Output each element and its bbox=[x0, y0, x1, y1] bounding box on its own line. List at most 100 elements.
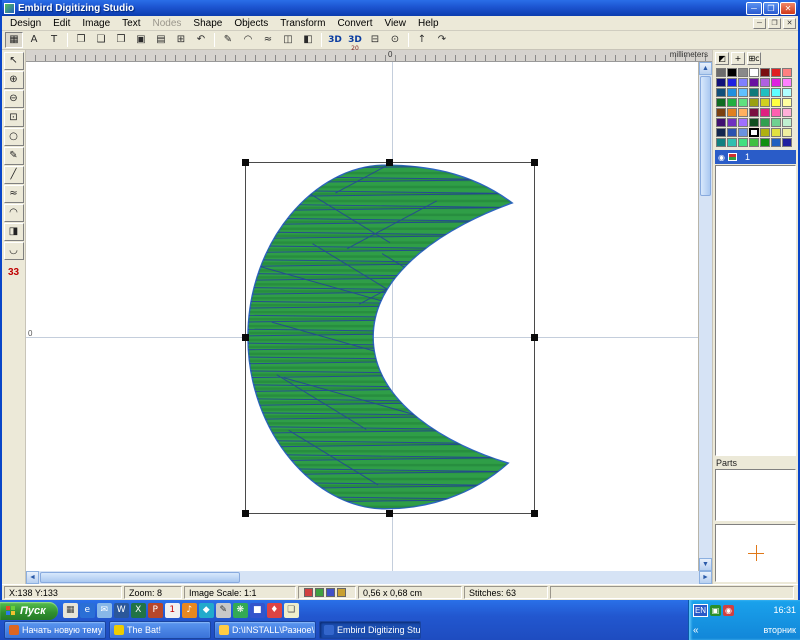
zoom-in-tool[interactable]: ⊕ bbox=[4, 71, 24, 89]
palette-color[interactable] bbox=[771, 88, 781, 97]
column-tool[interactable]: ◨ bbox=[4, 223, 24, 241]
palette-color[interactable] bbox=[727, 108, 737, 117]
selection-handle[interactable] bbox=[386, 159, 393, 166]
palette-color[interactable] bbox=[749, 128, 759, 137]
menu-view[interactable]: View bbox=[378, 17, 412, 30]
crescent-stitch-object[interactable] bbox=[246, 163, 534, 513]
palette-color[interactable] bbox=[749, 98, 759, 107]
menu-design[interactable]: Design bbox=[4, 17, 47, 30]
save-design-button[interactable]: ▣ bbox=[132, 32, 150, 48]
redo-button[interactable]: ↷ bbox=[433, 32, 451, 48]
scroll-left-button[interactable]: ◄ bbox=[26, 571, 39, 584]
palette-color[interactable] bbox=[727, 118, 737, 127]
palette-color[interactable] bbox=[749, 118, 759, 127]
design-properties-button[interactable]: ▦ bbox=[5, 32, 23, 48]
quick-launch-icon-8[interactable]: ♪ bbox=[182, 603, 197, 618]
palette-color[interactable] bbox=[782, 68, 792, 77]
quick-launch-icon-1[interactable]: ▦ bbox=[63, 603, 78, 618]
palette-color[interactable] bbox=[727, 68, 737, 77]
palette-color[interactable] bbox=[749, 108, 759, 117]
quick-launch-icon-11[interactable]: ❋ bbox=[233, 603, 248, 618]
palette-color[interactable] bbox=[716, 78, 726, 87]
grid-button[interactable]: ⊟ bbox=[366, 32, 384, 48]
palette-color[interactable] bbox=[738, 118, 748, 127]
stitch-simulator-button[interactable]: 3D20 bbox=[346, 32, 364, 48]
add-color-button[interactable]: + bbox=[731, 52, 745, 65]
palette-color[interactable] bbox=[716, 68, 726, 77]
palette-color[interactable] bbox=[727, 98, 737, 107]
selection-bounding-box[interactable] bbox=[245, 162, 535, 514]
quick-launch-icon-7[interactable]: 1 bbox=[165, 603, 180, 618]
task-thebat[interactable]: The Bat! bbox=[109, 621, 211, 639]
selection-handle[interactable] bbox=[531, 159, 538, 166]
pan-tool[interactable]: ⊡ bbox=[4, 109, 24, 127]
close-button[interactable]: ✕ bbox=[780, 2, 796, 15]
quick-launch-icon-13[interactable]: ♦ bbox=[267, 603, 282, 618]
selection-handle[interactable] bbox=[242, 334, 249, 341]
palette-color[interactable] bbox=[771, 78, 781, 87]
visibility-eye-icon[interactable]: ◉ bbox=[718, 153, 725, 162]
selection-handle[interactable] bbox=[242, 159, 249, 166]
menu-objects[interactable]: Objects bbox=[228, 17, 274, 30]
tray-collapse-button[interactable]: « bbox=[693, 625, 699, 636]
palette-color[interactable] bbox=[760, 88, 770, 97]
parts-list[interactable] bbox=[715, 469, 796, 521]
quick-launch-icon-14[interactable]: ❏ bbox=[284, 603, 299, 618]
open-design-button[interactable]: ❑ bbox=[92, 32, 110, 48]
zoom-out-tool[interactable]: ⊖ bbox=[4, 90, 24, 108]
menu-convert[interactable]: Convert bbox=[331, 17, 378, 30]
select-tool[interactable]: ↖ bbox=[4, 52, 24, 70]
column-shape-button[interactable]: ◫ bbox=[279, 32, 297, 48]
thread-chart-button[interactable]: ◩ bbox=[715, 52, 729, 65]
palette-color[interactable] bbox=[727, 78, 737, 87]
new-design-button[interactable]: ❐ bbox=[72, 32, 90, 48]
palette-color[interactable] bbox=[749, 88, 759, 97]
lettering-tool-button[interactable]: A bbox=[25, 32, 43, 48]
palette-color[interactable] bbox=[749, 68, 759, 77]
print-button[interactable]: ▤ bbox=[152, 32, 170, 48]
quick-launch-icon-10[interactable]: ✎ bbox=[216, 603, 231, 618]
scroll-down-button[interactable]: ▼ bbox=[699, 558, 712, 571]
menu-image[interactable]: Image bbox=[76, 17, 116, 30]
palette-color[interactable] bbox=[738, 138, 748, 147]
quick-launch-icon-3[interactable]: ✉ bbox=[97, 603, 112, 618]
task-explorer[interactable]: D:\INSTALL\Разное\Embird bbox=[214, 621, 316, 639]
palette-color[interactable] bbox=[716, 138, 726, 147]
arc-shape-button[interactable]: ◠ bbox=[239, 32, 257, 48]
palette-color[interactable] bbox=[771, 128, 781, 137]
palette-color[interactable] bbox=[727, 88, 737, 97]
quick-launch-icon-2[interactable]: e bbox=[80, 603, 95, 618]
minimize-button[interactable]: ─ bbox=[746, 2, 762, 15]
design-canvas[interactable]: 0 bbox=[26, 62, 699, 571]
palette-color[interactable] bbox=[738, 98, 748, 107]
menu-transform[interactable]: Transform bbox=[274, 17, 331, 30]
palette-color[interactable] bbox=[749, 138, 759, 147]
selection-handle[interactable] bbox=[386, 510, 393, 517]
child-close-button[interactable]: ✕ bbox=[783, 18, 796, 29]
quick-launch-icon-9[interactable]: ◆ bbox=[199, 603, 214, 618]
palette-color[interactable] bbox=[738, 128, 748, 137]
palette-color[interactable] bbox=[760, 118, 770, 127]
palette-color[interactable] bbox=[782, 108, 792, 117]
view-3d-button[interactable]: 3D bbox=[326, 32, 344, 48]
selection-handle[interactable] bbox=[531, 510, 538, 517]
selection-handle[interactable] bbox=[242, 510, 249, 517]
magnet-button[interactable]: ⊙ bbox=[386, 32, 404, 48]
language-indicator[interactable]: EN bbox=[693, 604, 708, 617]
freehand-shape-button[interactable]: ✎ bbox=[219, 32, 237, 48]
palette-color[interactable] bbox=[782, 78, 792, 87]
tray-icon[interactable]: ▣ bbox=[710, 605, 721, 616]
tray-icon[interactable]: ◉ bbox=[723, 605, 734, 616]
palette-color[interactable] bbox=[738, 88, 748, 97]
palette-color[interactable] bbox=[771, 108, 781, 117]
arc-tool[interactable]: ◠ bbox=[4, 204, 24, 222]
palette-color[interactable] bbox=[738, 78, 748, 87]
palette-color[interactable] bbox=[760, 108, 770, 117]
scroll-right-button[interactable]: ► bbox=[699, 571, 712, 584]
palette-color[interactable] bbox=[782, 118, 792, 127]
child-restore-button[interactable]: ❐ bbox=[768, 18, 781, 29]
palette-color[interactable] bbox=[782, 128, 792, 137]
fill-shape-button[interactable]: ◧ bbox=[299, 32, 317, 48]
palette-color[interactable] bbox=[760, 128, 770, 137]
palette-color[interactable] bbox=[771, 118, 781, 127]
